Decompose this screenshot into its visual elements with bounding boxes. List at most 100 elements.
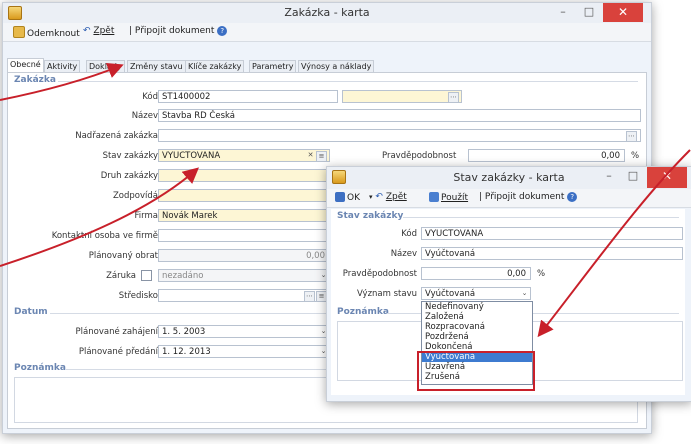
zaruka-value: nezadáno <box>162 271 204 281</box>
dialog-minimize-button[interactable]: – <box>597 167 621 186</box>
zahajeni-value: 1. 5. 2003 <box>162 327 206 337</box>
dialog-attach-button[interactable]: | Připojit dokument ? <box>479 192 578 202</box>
attach-document-button[interactable]: ⁢| Připojit dokument ? <box>129 26 228 36</box>
dialog-pravdepodobnost-value: 0,00 <box>507 269 526 279</box>
apply-button[interactable]: Použít <box>429 192 468 203</box>
druh-label: Druh zakázky <box>100 171 158 181</box>
option-nedefinovany[interactable]: Nedefinovaný <box>422 302 532 312</box>
dialog-nazev-field[interactable]: Vyúčtovaná <box>421 247 683 260</box>
option-zalozena[interactable]: Založená <box>422 312 532 322</box>
section-poznamka: Poznámka <box>14 363 66 373</box>
kontakt-label: Kontaktní osoba ve firmě <box>51 231 158 241</box>
section-zakazka: Zakázka <box>14 75 56 85</box>
stav-label: Stav zakázky <box>102 151 158 161</box>
option-rozpracovana[interactable]: Rozpracovaná <box>422 322 532 332</box>
section-divider <box>403 217 679 218</box>
percent-label: % <box>631 151 640 161</box>
nazev-label: Název <box>131 111 158 121</box>
firma-label: Firma <box>134 211 158 221</box>
firma-field[interactable]: Novák Marek <box>158 209 330 222</box>
dialog-toolbar: OK ▾ ↶ Zpět Použít | Připojit dokument ? <box>327 189 691 208</box>
undo-icon: ↶ <box>83 26 91 36</box>
predani-field[interactable]: 1. 12. 2013 ⌄ <box>158 345 330 358</box>
kod-secondary-field[interactable]: ⋯ <box>342 90 462 103</box>
apply-label: Použít <box>441 193 469 203</box>
nadrazena-label: Nadřazená zakázka <box>75 131 158 141</box>
maximize-button[interactable]: □ <box>577 3 601 22</box>
dialog-back-label: Zpět <box>385 192 407 202</box>
zodpovida-field[interactable] <box>158 189 330 202</box>
predani-label: Plánované předání <box>78 347 158 357</box>
dialog-titlebar: Stav zakázky - karta – □ ✕ <box>327 167 691 189</box>
dialog-kod-label: Kód <box>401 229 417 239</box>
dialog-pravdepodobnost-field[interactable]: 0,00 <box>421 267 531 280</box>
tab-bar: Obecné Aktivity Doklady Změny stavu Klíč… <box>7 58 647 73</box>
nadrazena-field[interactable]: ⋯ <box>158 129 641 142</box>
main-titlebar: Zakázka - karta – □ ✕ <box>3 3 651 23</box>
back-label: Zpět <box>93 26 115 36</box>
minimize-button[interactable]: – <box>551 3 575 22</box>
dialog-section-poznamka: Poznámka <box>337 307 389 317</box>
section-datum: Datum <box>14 307 48 317</box>
stredisko-field[interactable]: ⋯ ≡ <box>158 289 330 302</box>
clear-icon[interactable]: ✕ <box>306 151 315 160</box>
help-icon[interactable]: ? <box>217 26 228 36</box>
obrat-label: Plánovaný obrat <box>88 251 158 261</box>
dialog-nazev-label: Název <box>390 249 417 259</box>
help-icon[interactable]: ? <box>567 192 578 202</box>
dialog-back-button[interactable]: ▾ ↶ Zpět <box>369 192 407 202</box>
paperclip-icon: ⁢| <box>129 26 133 36</box>
zahajeni-field[interactable]: 1. 5. 2003 ⌄ <box>158 325 330 338</box>
pravdepodobnost-label: Pravděpodobnost <box>382 151 457 161</box>
close-button[interactable]: ✕ <box>603 3 643 22</box>
dialog-panel: Stav zakázky Kód VYUCTOVANA Název Vyúčto… <box>331 209 685 395</box>
pravdepodobnost-field[interactable]: 0,00 <box>468 149 625 162</box>
option-pozdrzena[interactable]: Pozdržená <box>422 332 532 342</box>
nazev-field[interactable]: Stavba RD Česká <box>158 109 641 122</box>
save-icon <box>335 192 345 202</box>
dialog-kod-field[interactable]: VYUCTOVANA <box>421 227 683 240</box>
ok-button[interactable]: OK <box>335 192 360 203</box>
list-icon[interactable]: ≡ <box>316 151 327 161</box>
ellipsis-icon[interactable]: ⋯ <box>448 92 459 102</box>
unlock-label: Odemknout <box>27 29 80 39</box>
obrat-value: 0,00 <box>306 251 325 261</box>
obrat-field[interactable]: 0,00 <box>158 249 330 262</box>
zaruka-select[interactable]: nezadáno ⌄ <box>158 269 330 282</box>
predani-value: 1. 12. 2013 <box>162 347 211 357</box>
undo-icon: ↶ <box>375 192 383 202</box>
vyznam-label: Význam stavu <box>356 289 417 299</box>
tab-obecne[interactable]: Obecné <box>7 58 44 73</box>
dialog-window: Stav zakázky - karta – □ ✕ OK ▾ ↶ Zpět P… <box>326 166 691 402</box>
dialog-percent-label: % <box>537 269 546 279</box>
unlock-button[interactable]: Odemknout <box>13 26 80 39</box>
kod-label: Kód <box>142 92 158 102</box>
stredisko-label: Středisko <box>118 291 158 301</box>
attach-label: Připojit dokument <box>134 26 215 36</box>
zodpovida-label: Zodpovídá <box>112 191 158 201</box>
chevron-down-icon: ▾ <box>369 193 373 201</box>
dialog-close-button[interactable]: ✕ <box>647 167 687 188</box>
kod-field[interactable]: ST1400002 <box>158 90 338 103</box>
unlock-icon <box>13 26 25 38</box>
kontakt-field[interactable] <box>158 229 330 242</box>
lookup-icon[interactable]: ⋯ <box>626 131 637 141</box>
vyznam-select[interactable]: Vyúčtovaná ⌄ <box>421 287 531 300</box>
back-button[interactable]: ↶ Zpět <box>83 26 114 36</box>
zahajeni-label: Plánované zahájení <box>75 327 158 337</box>
paperclip-icon: | <box>479 192 483 202</box>
chevron-down-icon[interactable]: ⌄ <box>519 288 530 299</box>
dialog-maximize-button[interactable]: □ <box>621 167 645 186</box>
dialog-pravdepodobnost-label: Pravděpodobnost <box>342 269 417 279</box>
apply-icon <box>429 192 439 202</box>
zaruka-checkbox[interactable] <box>141 270 152 281</box>
zaruka-label: Záruka <box>106 271 136 281</box>
ok-label: OK <box>347 193 360 203</box>
druh-field[interactable] <box>158 169 330 182</box>
stav-field[interactable]: VYUCTOVANA ✕ ≡ <box>158 149 330 162</box>
dialog-attach-label: Připojit dokument <box>484 192 565 202</box>
dialog-section: Stav zakázky <box>337 211 404 221</box>
lookup-icon[interactable]: ⋯ <box>304 291 315 301</box>
main-toolbar: Odemknout ↶ Zpět ⁢| Připojit dokument ? <box>3 23 651 42</box>
stav-value: VYUCTOVANA <box>162 151 221 161</box>
